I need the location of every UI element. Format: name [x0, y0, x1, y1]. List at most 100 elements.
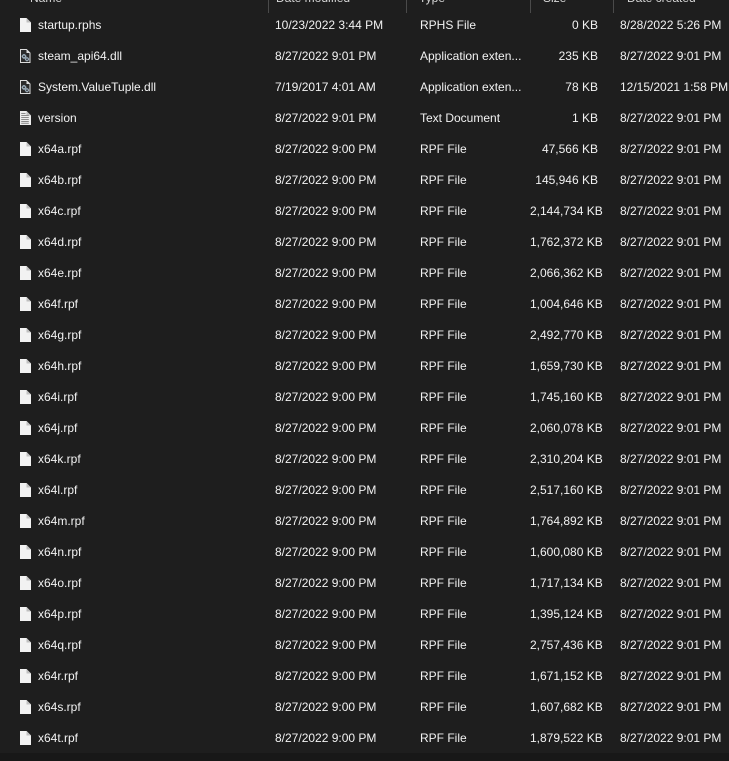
- file-row[interactable]: x64t.rpf 8/27/2022 9:00 PM RPF File 1,87…: [0, 722, 729, 753]
- date-modified-cell: 8/27/2022 9:00 PM: [275, 358, 377, 373]
- file-name: x64r.rpf: [38, 668, 79, 683]
- file-row[interactable]: x64m.rpf 8/27/2022 9:00 PM RPF File 1,76…: [0, 505, 729, 536]
- file-name: x64j.rpf: [38, 420, 78, 435]
- name-cell: x64a.rpf: [0, 141, 268, 157]
- column-header-name[interactable]: Name: [30, 0, 62, 5]
- size-cell: 2,757,436 KB: [530, 637, 603, 652]
- blank-file-icon: [17, 668, 33, 684]
- file-row[interactable]: steam_api64.dll 8/27/2022 9:01 PM Applic…: [0, 40, 729, 71]
- file-name: x64f.rpf: [38, 296, 79, 311]
- size-cell: 2,310,204 KB: [530, 451, 603, 466]
- type-cell: RPF File: [420, 482, 467, 497]
- file-row[interactable]: x64f.rpf 8/27/2022 9:00 PM RPF File 1,00…: [0, 288, 729, 319]
- date-created-cell: 8/28/2022 5:26 PM: [620, 17, 722, 32]
- size-cell: 1,004,646 KB: [530, 296, 603, 311]
- date-created-cell: 8/27/2022 9:01 PM: [620, 327, 722, 342]
- date-created-cell: 8/27/2022 9:01 PM: [620, 513, 722, 528]
- name-cell: startup.rphs: [0, 17, 268, 33]
- file-row[interactable]: x64r.rpf 8/27/2022 9:00 PM RPF File 1,67…: [0, 660, 729, 691]
- column-header-date-modified[interactable]: Date modified: [276, 0, 350, 5]
- file-name: x64k.rpf: [38, 451, 81, 466]
- file-name: x64g.rpf: [38, 327, 82, 342]
- date-created-cell: 12/15/2021 1:58 PM: [620, 79, 729, 94]
- file-row[interactable]: x64k.rpf 8/27/2022 9:00 PM RPF File 2,31…: [0, 443, 729, 474]
- column-header-date-created[interactable]: Date created: [627, 0, 696, 5]
- date-created-cell: 8/27/2022 9:01 PM: [620, 699, 722, 714]
- type-cell: RPF File: [420, 296, 467, 311]
- file-row[interactable]: x64p.rpf 8/27/2022 9:00 PM RPF File 1,39…: [0, 598, 729, 629]
- name-cell: x64m.rpf: [0, 513, 268, 529]
- name-cell: x64r.rpf: [0, 668, 268, 684]
- file-row[interactable]: x64s.rpf 8/27/2022 9:00 PM RPF File 1,60…: [0, 691, 729, 722]
- file-name: x64m.rpf: [38, 513, 85, 528]
- file-row[interactable]: x64o.rpf 8/27/2022 9:00 PM RPF File 1,71…: [0, 567, 729, 598]
- date-modified-cell: 10/23/2022 3:44 PM: [275, 17, 384, 32]
- date-created-cell: 8/27/2022 9:01 PM: [620, 544, 722, 559]
- date-modified-cell: 7/19/2017 4:01 AM: [275, 79, 376, 94]
- file-row[interactable]: x64q.rpf 8/27/2022 9:00 PM RPF File 2,75…: [0, 629, 729, 660]
- date-modified-cell: 8/27/2022 9:00 PM: [275, 668, 377, 683]
- file-row[interactable]: x64g.rpf 8/27/2022 9:00 PM RPF File 2,49…: [0, 319, 729, 350]
- file-name: x64q.rpf: [38, 637, 82, 652]
- file-row[interactable]: x64i.rpf 8/27/2022 9:00 PM RPF File 1,74…: [0, 381, 729, 412]
- date-modified-cell: 8/27/2022 9:00 PM: [275, 420, 377, 435]
- date-modified-cell: 8/27/2022 9:00 PM: [275, 327, 377, 342]
- blank-file-icon: [17, 482, 33, 498]
- name-cell: x64h.rpf: [0, 358, 268, 374]
- name-cell: x64e.rpf: [0, 265, 268, 281]
- date-modified-cell: 8/27/2022 9:01 PM: [275, 110, 377, 125]
- file-row[interactable]: x64l.rpf 8/27/2022 9:00 PM RPF File 2,51…: [0, 474, 729, 505]
- size-cell: 1 KB: [571, 110, 598, 125]
- file-name: x64h.rpf: [38, 358, 82, 373]
- blank-file-icon: [17, 575, 33, 591]
- file-row[interactable]: x64e.rpf 8/27/2022 9:00 PM RPF File 2,06…: [0, 257, 729, 288]
- size-cell: 1,607,682 KB: [530, 699, 603, 714]
- file-row[interactable]: x64b.rpf 8/27/2022 9:00 PM RPF File 145,…: [0, 164, 729, 195]
- date-modified-cell: 8/27/2022 9:00 PM: [275, 265, 377, 280]
- type-cell: RPF File: [420, 358, 467, 373]
- type-cell: RPF File: [420, 172, 467, 187]
- file-row[interactable]: x64d.rpf 8/27/2022 9:00 PM RPF File 1,76…: [0, 226, 729, 257]
- date-modified-cell: 8/27/2022 9:00 PM: [275, 172, 377, 187]
- file-name: x64n.rpf: [38, 544, 82, 559]
- file-row[interactable]: startup.rphs 10/23/2022 3:44 PM RPHS Fil…: [0, 9, 729, 40]
- file-row[interactable]: x64c.rpf 8/27/2022 9:00 PM RPF File 2,14…: [0, 195, 729, 226]
- type-cell: RPF File: [420, 141, 467, 156]
- file-row[interactable]: x64a.rpf 8/27/2022 9:00 PM RPF File 47,5…: [0, 133, 729, 164]
- name-cell: steam_api64.dll: [0, 48, 268, 64]
- date-created-cell: 8/27/2022 9:01 PM: [620, 420, 722, 435]
- date-modified-cell: 8/27/2022 9:00 PM: [275, 451, 377, 466]
- blank-file-icon: [17, 606, 33, 622]
- file-row[interactable]: x64j.rpf 8/27/2022 9:00 PM RPF File 2,06…: [0, 412, 729, 443]
- column-header-size[interactable]: Size: [543, 0, 566, 5]
- file-row[interactable]: System.ValueTuple.dll 7/19/2017 4:01 AM …: [0, 71, 729, 102]
- type-cell: RPF File: [420, 265, 467, 280]
- date-modified-cell: 8/27/2022 9:00 PM: [275, 203, 377, 218]
- file-row[interactable]: x64h.rpf 8/27/2022 9:00 PM RPF File 1,65…: [0, 350, 729, 381]
- type-cell: RPF File: [420, 575, 467, 590]
- file-name: x64e.rpf: [38, 265, 82, 280]
- type-cell: RPF File: [420, 544, 467, 559]
- name-cell: x64d.rpf: [0, 234, 268, 250]
- date-created-cell: 8/27/2022 9:01 PM: [620, 482, 722, 497]
- type-cell: RPF File: [420, 203, 467, 218]
- file-row[interactable]: version 8/27/2022 9:01 PM Text Document …: [0, 102, 729, 133]
- date-created-cell: 8/27/2022 9:01 PM: [620, 296, 722, 311]
- date-created-cell: 8/27/2022 9:01 PM: [620, 265, 722, 280]
- blank-file-icon: [17, 513, 33, 529]
- file-row[interactable]: x64n.rpf 8/27/2022 9:00 PM RPF File 1,60…: [0, 536, 729, 567]
- column-header-type[interactable]: Type: [419, 0, 445, 5]
- blank-file-icon: [17, 172, 33, 188]
- type-cell: Application exten...: [420, 79, 522, 94]
- blank-file-icon: [17, 141, 33, 157]
- name-cell: x64n.rpf: [0, 544, 268, 560]
- name-cell: x64t.rpf: [0, 730, 268, 746]
- type-cell: RPF File: [420, 730, 467, 745]
- date-modified-cell: 8/27/2022 9:00 PM: [275, 513, 377, 528]
- type-cell: Application exten...: [420, 48, 522, 63]
- blank-file-icon: [17, 358, 33, 374]
- type-cell: RPF File: [420, 234, 467, 249]
- size-cell: 2,066,362 KB: [530, 265, 603, 280]
- blank-file-icon: [17, 451, 33, 467]
- blank-file-icon: [17, 544, 33, 560]
